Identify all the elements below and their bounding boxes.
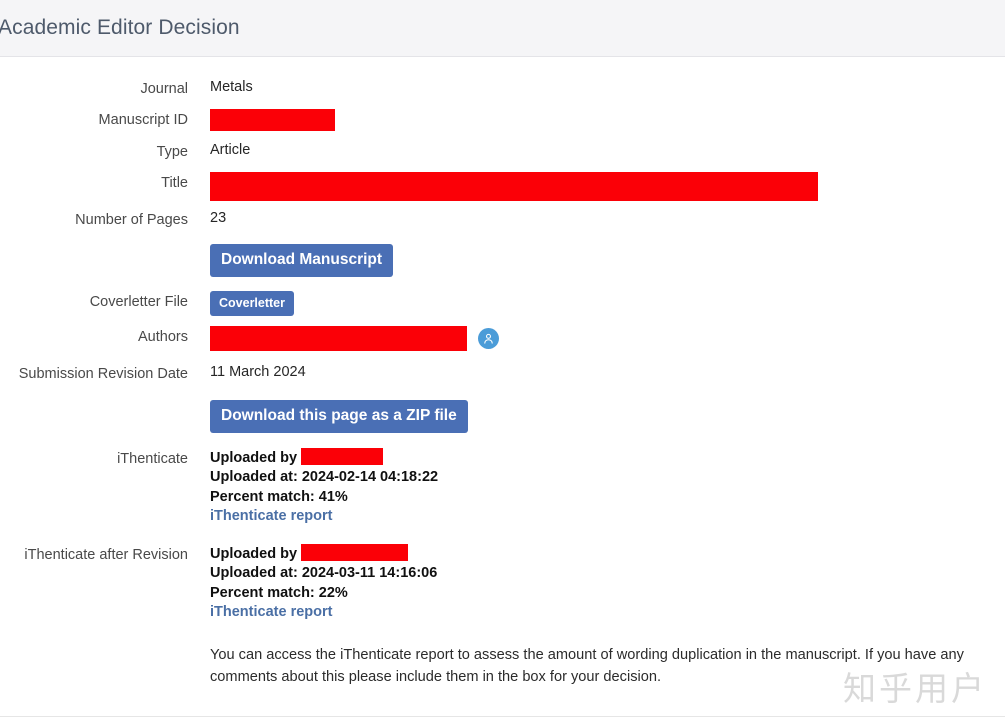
page-title: Academic Editor Decision [0,16,240,39]
ithenticate-after-revision-uploaded-at: Uploaded at: 2024-03-11 14:16:06 [210,565,438,581]
field-row-number-of-pages: Number of Pages 23 [0,209,1005,230]
field-row-ithenticate-note: You can access the iThenticate report to… [0,644,1005,688]
label-authors: Authors [138,329,188,345]
ithenticate-note-text: You can access the iThenticate report to… [210,646,964,685]
ithenticate-after-revision-percent-match: Percent match: 22% [210,584,348,601]
ithenticate-after-revision-info-block: Uploaded by Uploaded at: 2024-03-11 14:1… [210,543,1005,623]
value-title [188,172,1005,201]
ithenticate-report-link[interactable]: iThenticate report [210,507,332,527]
field-row-journal: Journal Metals [0,78,1005,99]
download-zip-button[interactable]: Download this page as a ZIP file [210,400,468,433]
field-row-submission-revision-date: Submission Revision Date 11 March 2024 [0,363,1005,384]
bottom-divider [0,716,1005,717]
field-row-type: Type Article [0,141,1005,162]
field-row-title: Title [0,172,1005,201]
field-row-authors: Authors [0,326,1005,351]
redaction-bar-manuscript-id [210,109,335,131]
download-manuscript-button[interactable]: Download Manuscript [210,244,394,277]
redaction-bar-authors [210,326,467,351]
label-coverletter-file: Coverletter File [89,293,188,310]
ithenticate-after-revision-uploaded-by-label: Uploaded by [210,545,298,562]
label-number-of-pages: Number of Pages [75,212,188,228]
ithenticate-after-revision-uploaded-by-line: Uploaded by [210,543,1005,565]
label-ithenticate: iThenticate [117,450,188,467]
redaction-bar-ithenticate-uploader [301,447,384,465]
field-row-manuscript-id: Manuscript ID [0,109,1005,131]
field-row-download-zip: Download this page as a ZIP file [0,400,1005,433]
manuscript-details-form: Journal Metals Manuscript ID Type Articl… [0,57,1005,688]
value-number-of-pages: 23 [210,210,227,226]
label-note-spacer [0,644,188,688]
redaction-bar-authors-wrapper [210,326,467,351]
label-manuscript-id: Manuscript ID [98,112,188,128]
label-title: Title [161,175,188,191]
value-manuscript-id [188,109,1005,131]
field-row-coverletter: Coverletter File Coverletter [0,290,1005,316]
ithenticate-after-revision-report-link[interactable]: iThenticate report [210,603,332,623]
label-type: Type [156,144,188,160]
field-row-ithenticate: iThenticate Uploaded by Uploaded at: 202… [0,447,1005,527]
ithenticate-uploaded-by-label: Uploaded by [210,449,298,466]
redaction-bar-title [210,172,818,201]
label-submission-revision-date: Submission Revision Date [18,366,188,382]
value-journal: Metals [210,79,253,95]
value-type: Article [210,142,251,158]
value-submission-revision-date: 11 March 2024 [210,364,306,380]
ithenticate-uploaded-at: Uploaded at: 2024-02-14 04:18:22 [210,469,439,485]
field-row-ithenticate-after-revision: iThenticate after Revision Uploaded by U… [0,543,1005,623]
ithenticate-percent-match: Percent match: 41% [210,488,348,505]
field-row-download-manuscript: Download Manuscript [0,244,1005,277]
label-journal: Journal [140,81,188,97]
ithenticate-uploaded-by-line: Uploaded by [210,447,1005,469]
page-header: Academic Editor Decision [0,0,1005,57]
coverletter-button[interactable]: Coverletter [210,290,294,316]
label-ithenticate-after-revision: iThenticate after Revision [24,546,188,563]
label-download-manuscript-spacer [0,244,188,277]
ithenticate-info-block: Uploaded by Uploaded at: 2024-02-14 04:1… [210,447,1005,527]
label-download-zip-spacer [0,400,188,433]
value-authors [188,326,1005,351]
redaction-bar-ithenticate-after-revision-uploader [301,543,409,561]
author-person-icon[interactable] [478,328,499,349]
